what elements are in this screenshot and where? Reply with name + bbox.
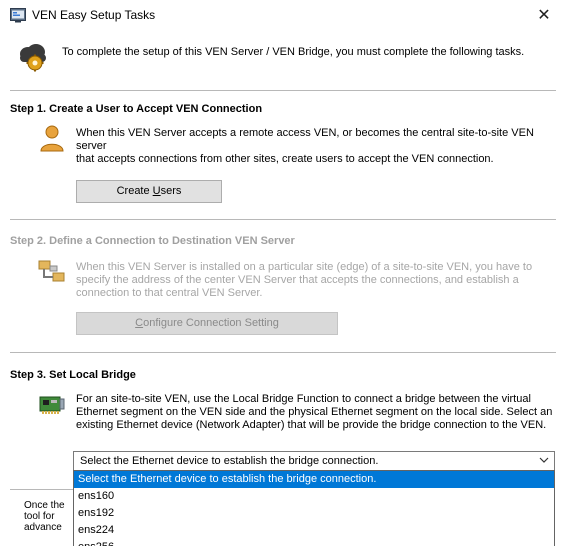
step3-description: For an site-to-site VEN, use the Local B… (76, 393, 554, 432)
dropdown-option[interactable]: ens192 (74, 505, 554, 522)
step2-description: When this VEN Server is installed on a p… (76, 261, 554, 300)
separator (10, 90, 556, 91)
network-adapter-icon (39, 396, 65, 414)
step3-title: Step 3. Set Local Bridge (10, 369, 136, 381)
bottom-description: Once the tool for advance (24, 500, 74, 533)
step3-desc-line2: Ethernet segment on the VEN side and the… (76, 406, 553, 418)
ethernet-device-select-value: Select the Ethernet device to establish … (80, 455, 379, 467)
bottom-line3: advance (24, 522, 62, 533)
dropdown-option[interactable]: ens224 (74, 522, 554, 539)
create-users-label-pre: Create (116, 185, 153, 197)
user-icon (40, 125, 64, 152)
step1-title: Step 1. Create a User to Accept VEN Conn… (10, 103, 263, 115)
bottom-line1: Once the (24, 500, 65, 511)
connection-icon (38, 260, 65, 282)
separator (10, 219, 556, 220)
create-users-label-post: sers (160, 185, 182, 197)
bottom-line2: tool for (24, 511, 55, 522)
app-icon (10, 8, 26, 23)
step3-desc-line1: For an site-to-site VEN, use the Local B… (76, 393, 531, 405)
step2-desc-line1: When this VEN Server is installed on a p… (76, 261, 533, 273)
chevron-down-icon[interactable] (539, 455, 549, 465)
ethernet-device-select[interactable]: Select the Ethernet device to establish … (73, 451, 555, 471)
step2-desc-line3: connection to that central VEN Server. (76, 287, 263, 299)
step1-desc-line1: When this VEN Server accepts a remote ac… (76, 127, 534, 152)
separator (10, 489, 73, 490)
configure-connection-label-accel: C (135, 317, 144, 329)
close-button[interactable]: ✕ (524, 0, 564, 30)
step3-desc-line3: existing Ethernet device (Network Adapte… (76, 419, 547, 431)
dropdown-option[interactable]: ens256 (74, 539, 554, 546)
step2-title: Step 2. Define a Connection to Destinati… (10, 235, 295, 247)
step1-desc-line2: that accepts connections from other site… (76, 153, 494, 165)
configure-connection-label-post: onfigure Connection Setting (143, 317, 279, 329)
create-users-button[interactable]: Create Users (76, 180, 222, 203)
separator (10, 352, 556, 353)
intro-text: To complete the setup of this VEN Server… (62, 46, 525, 58)
create-users-label-accel: U (152, 185, 161, 197)
window-title: VEN Easy Setup Tasks (32, 8, 156, 22)
step1-description: When this VEN Server accepts a remote ac… (76, 127, 554, 166)
dropdown-option[interactable]: Select the Ethernet device to establish … (74, 471, 554, 488)
step2-desc-line2: specify the address of the center VEN Se… (76, 274, 519, 286)
close-icon: ✕ (537, 5, 551, 24)
ethernet-device-dropdown-list: Select the Ethernet device to establish … (73, 470, 555, 546)
dropdown-option[interactable]: ens160 (74, 488, 554, 505)
title-bar: VEN Easy Setup Tasks ✕ (0, 0, 564, 30)
setup-cloud-icon (20, 44, 46, 72)
configure-connection-button[interactable]: Configure Connection Setting (76, 312, 338, 335)
